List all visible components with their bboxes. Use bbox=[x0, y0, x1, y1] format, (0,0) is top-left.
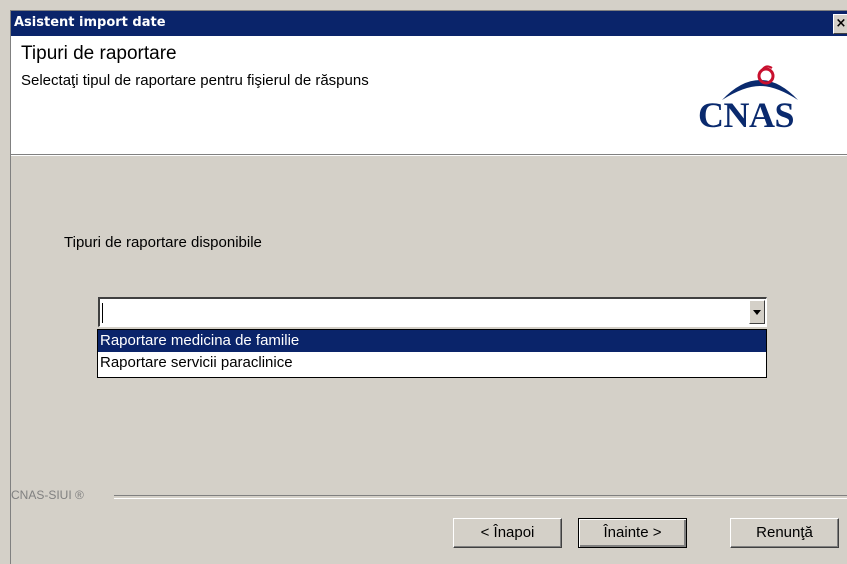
chevron-down-icon bbox=[753, 310, 761, 315]
cnas-logo-text: CNAS bbox=[698, 95, 795, 135]
dropdown-option-servicii-paraclinice[interactable]: Raportare servicii paraclinice bbox=[98, 352, 766, 374]
header-divider bbox=[11, 155, 847, 156]
import-wizard-window: Asistent import date × Tipuri de raporta… bbox=[10, 10, 847, 564]
back-button[interactable]: < Înapoi bbox=[453, 518, 562, 548]
cancel-button[interactable]: Renunţă bbox=[730, 518, 839, 548]
report-type-dropdown-list: Raportare medicina de familie Raportare … bbox=[97, 329, 767, 378]
cnas-logo: CNAS bbox=[694, 64, 834, 135]
report-types-label: Tipuri de raportare disponibile bbox=[64, 234, 262, 251]
report-type-combobox[interactable] bbox=[98, 297, 767, 327]
page-title: Tipuri de raportare bbox=[21, 43, 177, 64]
combo-caret bbox=[102, 303, 103, 323]
dropdown-option-medicina-familie[interactable]: Raportare medicina de familie bbox=[98, 330, 766, 352]
page-subtitle: Selectaţi tipul de raportare pentru fişi… bbox=[21, 72, 369, 89]
close-icon: × bbox=[835, 16, 847, 31]
close-button[interactable]: × bbox=[833, 14, 847, 34]
next-button[interactable]: Înainte > bbox=[578, 518, 687, 548]
footer-divider bbox=[114, 495, 847, 499]
combo-dropdown-button[interactable] bbox=[749, 300, 765, 324]
window-title: Asistent import date bbox=[14, 15, 166, 30]
brand-label: CNAS-SIUI ® bbox=[11, 488, 84, 502]
wizard-header: Tipuri de raportare Selectaţi tipul de r… bbox=[11, 36, 847, 155]
title-bar[interactable]: Asistent import date × bbox=[11, 11, 847, 36]
